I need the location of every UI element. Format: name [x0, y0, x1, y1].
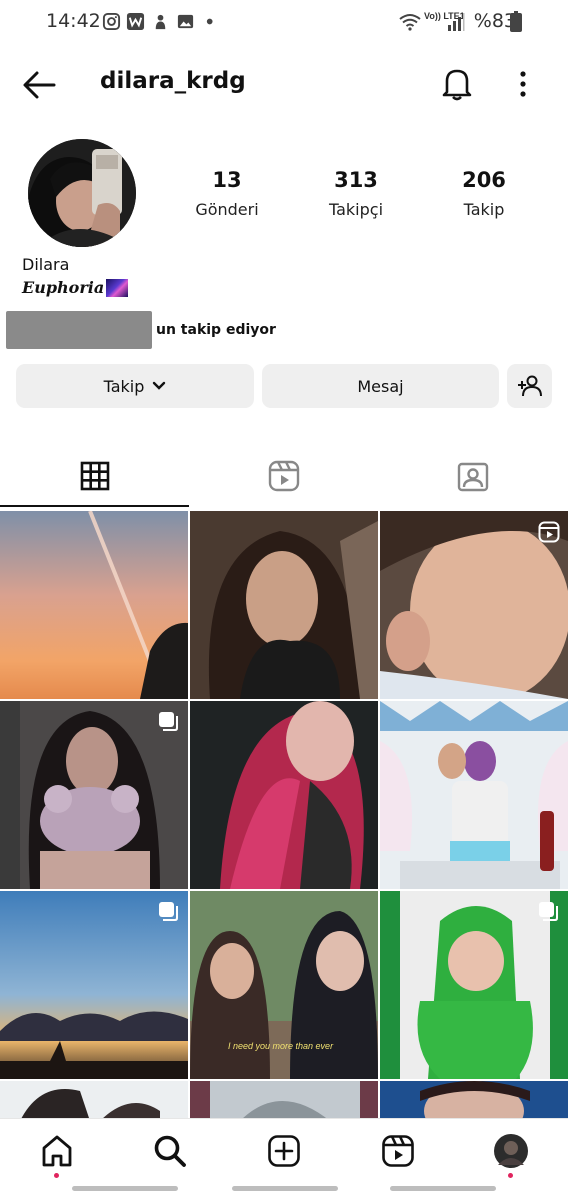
redacted-names: [6, 311, 152, 349]
grid-post[interactable]: [190, 1081, 378, 1121]
post-image-partial: [190, 1081, 378, 1121]
stat-posts-label: Gönderi: [195, 200, 259, 219]
bell-icon[interactable]: [441, 66, 473, 102]
stat-following-label: Takip: [463, 200, 505, 219]
status-time: 14:42: [46, 10, 101, 32]
grid-icon: [80, 461, 109, 491]
photo-caption: I need you more than ever: [228, 1041, 334, 1051]
gesture-bar: [390, 1186, 496, 1191]
nav-create[interactable]: [266, 1133, 302, 1169]
grid-post[interactable]: [380, 1081, 568, 1121]
nav-reels[interactable]: [380, 1133, 416, 1169]
nav-profile[interactable]: [493, 1133, 529, 1169]
profile-notification-dot: [508, 1173, 513, 1178]
profile-username: dilara_krdg: [100, 68, 246, 94]
post-image-sunset-sky: [0, 511, 188, 699]
gesture-bar: [232, 1186, 338, 1191]
message-button[interactable]: Mesaj: [262, 364, 499, 408]
add-person-icon: [517, 375, 542, 397]
profile-avatar[interactable]: [28, 139, 136, 247]
stat-following-value: 206: [462, 168, 506, 192]
grid-post[interactable]: [380, 701, 568, 889]
stat-following[interactable]: 206 Takip: [429, 168, 539, 219]
active-tab-indicator: [0, 505, 189, 507]
grid-post[interactable]: [0, 701, 188, 889]
home-icon: [42, 1135, 72, 1167]
wifi-icon: [399, 14, 421, 31]
post-image-partial: [0, 1081, 188, 1121]
avatar-photo: [28, 139, 136, 247]
post-image-partial: [380, 1081, 568, 1121]
create-icon: [268, 1135, 300, 1167]
grid-post[interactable]: [0, 1081, 188, 1121]
w-icon: [126, 12, 145, 31]
multi-post-icon: [539, 902, 558, 921]
tagged-icon: [457, 462, 488, 492]
message-label: Mesaj: [357, 376, 404, 396]
signal-icon: [448, 13, 465, 31]
tab-tagged[interactable]: [378, 447, 567, 505]
home-notification-dot: [54, 1173, 59, 1178]
mutual-followers[interactable]: un takip ediyor: [6, 310, 276, 350]
stat-followers[interactable]: 313 Takipçi: [301, 168, 411, 219]
galaxy-emoji-icon: [106, 278, 129, 297]
stat-posts-value: 13: [212, 168, 242, 192]
status-bar: 14:42 Vo)) LTE1 %83: [0, 0, 568, 44]
suggest-people-button[interactable]: [507, 364, 552, 408]
multi-post-icon: [159, 712, 178, 731]
profile-bio: Euphoria: [22, 278, 129, 297]
stat-followers-value: 313: [334, 168, 378, 192]
battery-icon: [510, 11, 522, 32]
grid-post[interactable]: [380, 511, 568, 699]
gallery-icon: [177, 14, 194, 29]
post-image-pink-hair: [190, 701, 378, 889]
reels-icon: [268, 460, 299, 492]
post-image-selfie: [190, 511, 378, 699]
search-icon: [154, 1135, 186, 1167]
follow-button[interactable]: Takip: [16, 364, 254, 408]
grid-post[interactable]: [380, 891, 568, 1079]
mutual-followers-text: un takip ediyor: [156, 322, 276, 338]
reels-icon: [382, 1135, 414, 1167]
more-vertical-icon[interactable]: [514, 70, 532, 98]
profile-tabs: [0, 447, 568, 509]
grid-post[interactable]: [190, 511, 378, 699]
notification-icon: [155, 14, 166, 30]
tab-posts-grid[interactable]: [0, 447, 189, 505]
gesture-bar: [72, 1186, 178, 1191]
profile-name: Dilara: [22, 255, 70, 274]
bio-text: Euphoria: [22, 278, 105, 297]
instagram-icon: [102, 12, 121, 31]
stat-followers-label: Takipçi: [328, 200, 384, 219]
tab-reels[interactable]: [189, 447, 378, 505]
profile-avatar: [494, 1134, 528, 1168]
grid-post[interactable]: [0, 511, 188, 699]
follow-label: Takip: [103, 376, 145, 396]
nav-search[interactable]: [152, 1133, 188, 1169]
chevron-down-icon: [153, 381, 166, 390]
grid-post[interactable]: [190, 701, 378, 889]
grid-post[interactable]: [0, 891, 188, 1079]
grid-post[interactable]: I need you more than ever: [190, 891, 378, 1079]
multi-post-icon: [159, 902, 178, 921]
nav-home[interactable]: [39, 1133, 75, 1169]
dot-icon: [206, 18, 213, 25]
stat-posts[interactable]: 13 Gönderi: [172, 168, 282, 219]
reel-badge-icon: [538, 521, 560, 543]
post-image-party: [380, 701, 568, 889]
back-arrow-icon[interactable]: [22, 70, 56, 100]
